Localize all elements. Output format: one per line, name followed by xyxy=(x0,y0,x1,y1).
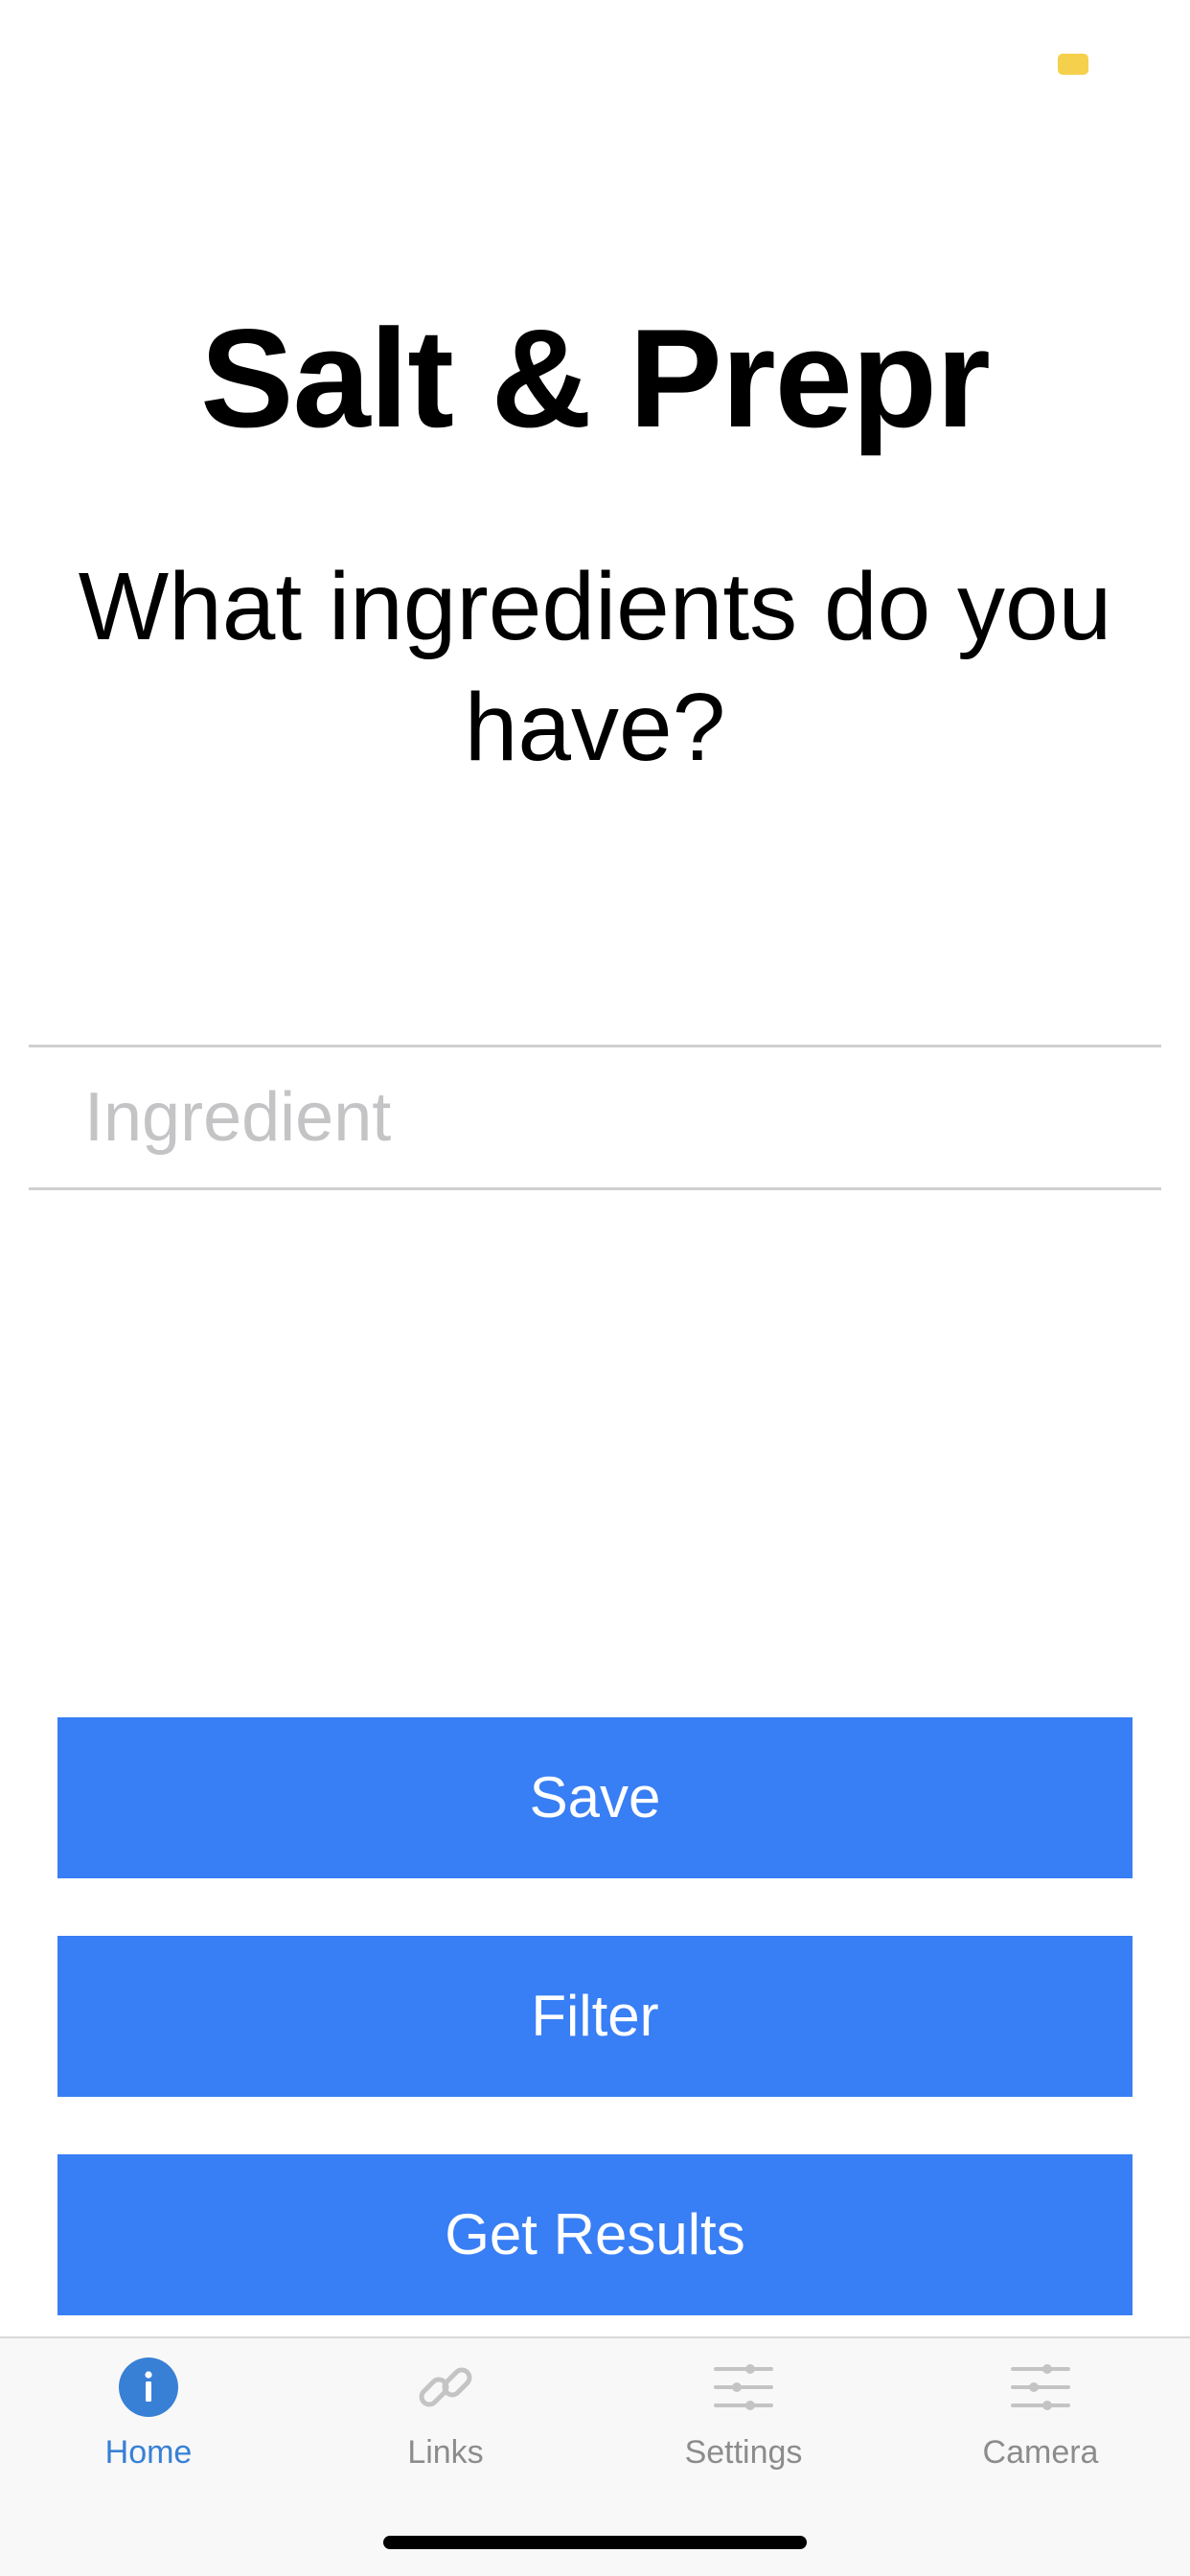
tab-home-label: Home xyxy=(104,2434,193,2471)
save-button[interactable]: Save xyxy=(57,1717,1133,1878)
tab-links-label: Links xyxy=(407,2434,484,2471)
status-indicator xyxy=(1058,54,1088,75)
ingredient-input-row xyxy=(29,1045,1161,1190)
ingredient-input[interactable] xyxy=(84,1047,1129,1187)
home-indicator xyxy=(383,2536,807,2549)
tab-home[interactable]: Home xyxy=(0,2338,297,2501)
screen: Salt & Prepr What ingredients do you hav… xyxy=(0,0,1190,2576)
tab-camera-label: Camera xyxy=(982,2434,1099,2471)
get-results-button[interactable]: Get Results xyxy=(57,2154,1133,2315)
tab-links[interactable]: Links xyxy=(297,2338,594,2501)
tab-settings-label: Settings xyxy=(684,2434,803,2471)
info-icon xyxy=(119,2358,178,2417)
link-icon xyxy=(419,2367,472,2407)
tab-settings[interactable]: Settings xyxy=(595,2338,892,2501)
tab-camera[interactable]: Camera xyxy=(892,2338,1189,2501)
sliders-icon xyxy=(1011,2364,1070,2410)
ingredients-prompt: What ingredients do you have? xyxy=(78,553,1112,781)
app-title: Salt & Prepr xyxy=(200,300,991,456)
filter-button[interactable]: Filter xyxy=(57,1936,1133,2097)
sliders-icon xyxy=(714,2364,773,2410)
